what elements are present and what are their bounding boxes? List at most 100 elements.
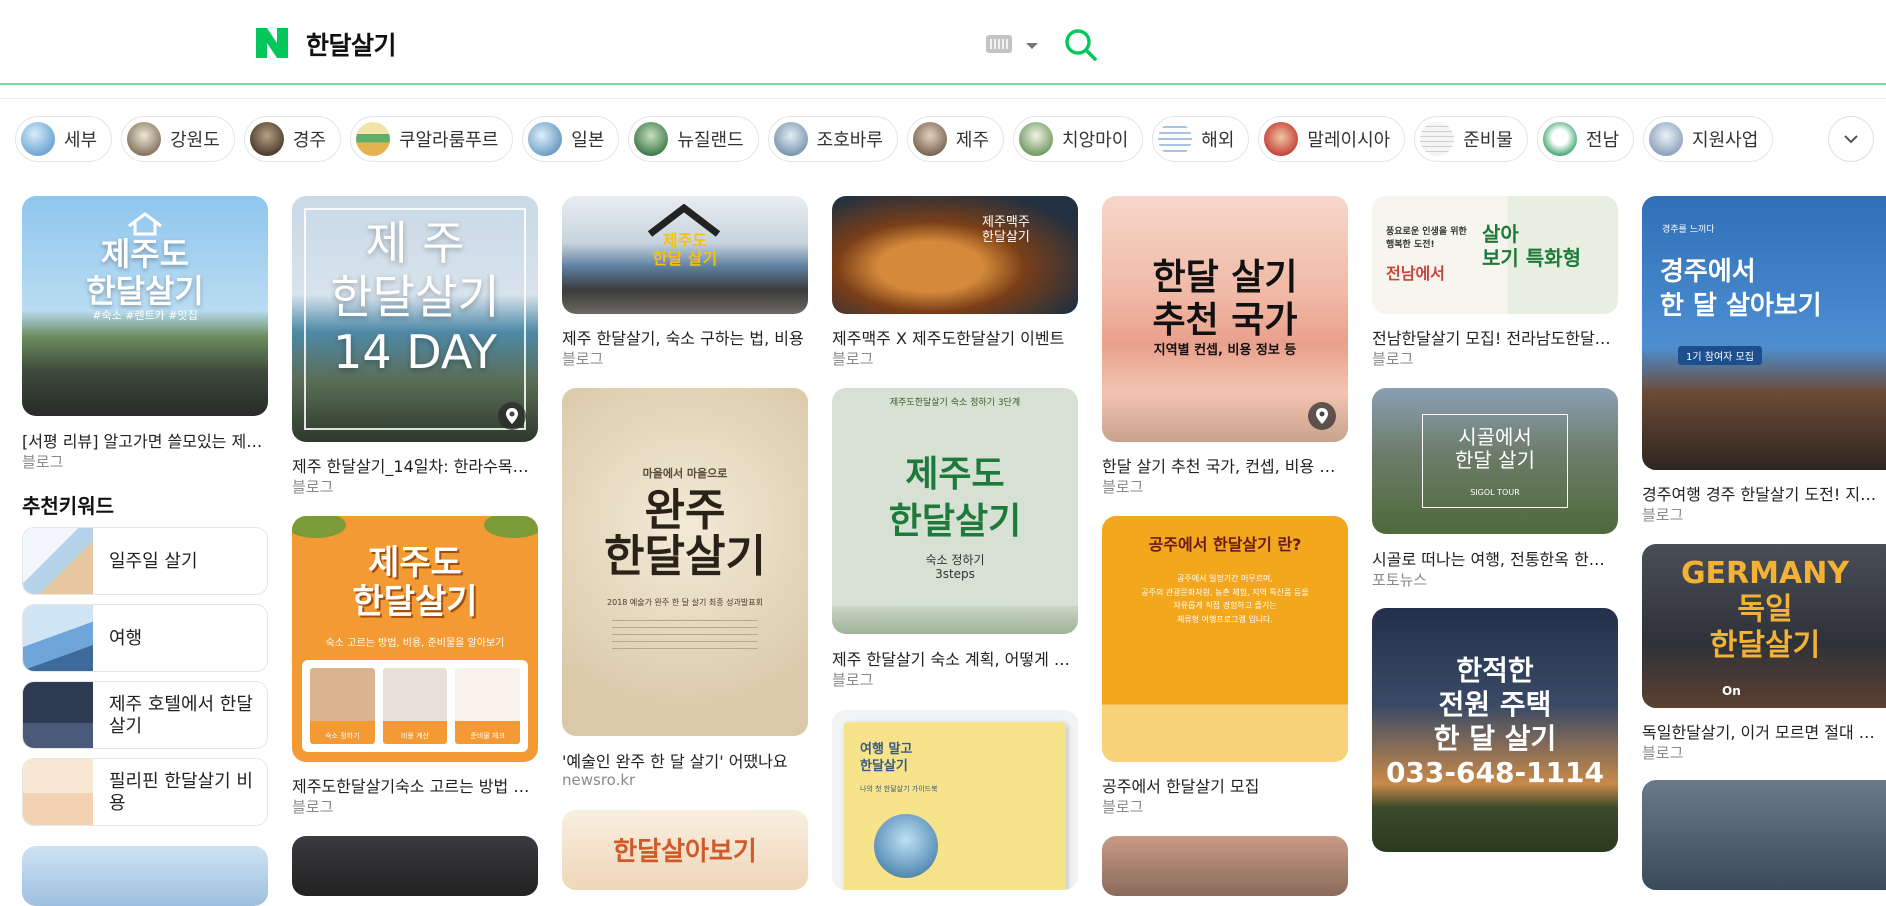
card-thumbnail-country-house[interactable]: 한적한 전원 주택 한 달 살기 033-648-1114 (1372, 608, 1618, 852)
card-source[interactable]: 블로그 (832, 669, 873, 690)
naver-logo-icon[interactable] (256, 28, 288, 58)
card-thumbnail-jeju-stay-guide[interactable]: 제주도 한달살기 숙소 고르는 방법, 비용, 준비물을 알아보기 숙소 정하기… (292, 516, 538, 762)
card-thumbnail-jeju-14day[interactable]: 제 주 한달살기 14 DAY (292, 196, 538, 442)
card-source[interactable]: 블로그 (22, 451, 63, 472)
card-source[interactable]: 블로그 (292, 796, 333, 817)
card-thumbnail-jeju-review[interactable]: 제주도 한달살기 #숙소 #렌트카 #맛집 (22, 196, 268, 416)
search-query-input[interactable]: 한달살기 (306, 26, 397, 62)
card-title[interactable]: 한달 살기 추천 국가, 컨셉, 비용 정리 (1102, 453, 1348, 477)
chip-thumbnail (127, 122, 162, 156)
card-title[interactable]: '예술인 완주 한 달 살기' 어땠나요 (562, 748, 808, 772)
thumbnail-overlay-text: 한달 살기 추천 국가 (1152, 257, 1298, 342)
chip-kuala-lumpur[interactable]: 쿠알라룸푸르 (349, 116, 514, 162)
card-source[interactable]: 블로그 (1102, 476, 1143, 497)
card-thumbnail-gongju[interactable]: 공주에서 한달살기 란? 공주에서 일정기간 머무르며, 공주의 관광문화자원,… (1102, 516, 1348, 762)
keyword-jeju-hotel[interactable]: 제주 호텔에서 한달살기 (22, 681, 268, 749)
thumbnail-tag-text: #숙소 #렌트카 #맛집 (92, 309, 198, 322)
keyword-label: 제주 호텔에서 한달살기 (109, 693, 253, 738)
card-title[interactable]: 독일한달살기, 이거 모르면 절대 안됨 (1642, 719, 1886, 743)
card-thumbnail-jeju-beer[interactable]: 제주맥주 한달살기 (832, 196, 1078, 314)
card-title[interactable]: [서평 리뷰] 알고가면 쓸모있는 제주도 한달살기 (22, 428, 268, 452)
card-thumbnail-jeju-stay-plan[interactable]: 제주도한달살기 숙소 정하기 3단계 제주도 한달살기 숙소 정하기 3step… (832, 388, 1078, 634)
chip-thumbnail (21, 122, 55, 156)
card-thumbnail-partial[interactable] (1642, 780, 1886, 890)
card-thumbnail-partial[interactable] (292, 836, 538, 896)
chip-johor-bahru[interactable]: 조호바루 (767, 116, 898, 162)
chevron-down-icon[interactable] (1026, 43, 1038, 49)
header-divider (0, 83, 1886, 85)
chips-expand-button[interactable] (1828, 116, 1874, 162)
book-subtitle: 나의 첫 한달살기 가이드북 (860, 785, 938, 793)
card-source[interactable]: 블로그 (292, 476, 333, 497)
card-thumbnail-wanju[interactable]: 마을에서 마을으로 완주 한달살기 2018 예술가 완주 한 달 살기 최종 … (562, 388, 808, 736)
card-thumbnail-jeju-stay[interactable]: 제주도 한달 살기 (562, 196, 808, 314)
orange-branch-decoration (292, 516, 346, 538)
card-thumbnail-partial-festival[interactable]: 한달살아보기 (562, 810, 808, 890)
chip-jeonnam[interactable]: 전남 (1536, 116, 1635, 162)
chip-new-zealand[interactable]: 뉴질랜드 (628, 116, 759, 162)
card-title[interactable]: 경주여행 경주 한달살기 도전! 지원사업 (1642, 481, 1886, 505)
keyword-label: 일주일 살기 (109, 550, 198, 572)
chip-gyeongju[interactable]: 경주 (243, 116, 341, 162)
card-thumbnail-guidebook[interactable]: 여행 말고 한달살기 나의 첫 한달살기 가이드북 (832, 710, 1078, 890)
tile-label: 숙소 정하기 (325, 732, 360, 740)
card-title[interactable]: 제주 한달살기_14일차: 한라수목원 산책 (292, 453, 538, 477)
photo-tile: 비용 계산 (382, 668, 448, 744)
card-source[interactable]: 포토뉴스 (1372, 569, 1427, 590)
chip-chiang-mai[interactable]: 치앙마이 (1013, 116, 1144, 162)
map-pin-icon[interactable] (498, 402, 526, 430)
chip-japan[interactable]: 일본 (522, 116, 620, 162)
chip-jeju[interactable]: 제주 (906, 116, 1005, 162)
photo-strip: 숙소 정하기 비용 계산 준비물 체크 (302, 660, 528, 752)
keyword-one-week[interactable]: 일주일 살기 (22, 527, 268, 595)
keyboard-icon[interactable] (986, 35, 1012, 53)
keyword-thumbnail (23, 759, 93, 825)
card-source[interactable]: 블로그 (1372, 348, 1413, 369)
keyword-philippines-cost[interactable]: 필리핀 한달살기 비용 (22, 758, 268, 826)
card-title[interactable]: 전남한달살기 모집! 전라남도한달살기 (1372, 325, 1618, 349)
card-title[interactable]: 제주 한달살기, 숙소 구하는 법, 비용 (562, 325, 808, 349)
keyword-label: 필리핀 한달살기 비용 (109, 770, 253, 815)
chip-packing-list[interactable]: 준비물 (1414, 116, 1528, 162)
map-pin-icon[interactable] (1308, 402, 1336, 430)
card-title[interactable]: 제주 한달살기 숙소 계획, 어떻게 세울까 (832, 646, 1078, 670)
chip-overseas[interactable]: 해외 (1152, 116, 1250, 162)
thumbnail-subtitle: 숙소 고르는 방법, 비용, 준비물을 알아보기 (325, 638, 505, 649)
thumbnail-subtitle: 마을에서 마을으로 (642, 467, 728, 480)
card-thumbnail-germany[interactable]: GERMANY 독일 한달살기 On (1642, 544, 1886, 708)
card-thumbnail-sigol-tour[interactable]: 시골에서 한달 살기 SIGOL TOUR (1372, 388, 1618, 534)
chip-thumbnail (1158, 122, 1193, 156)
search-icon[interactable] (1064, 28, 1098, 62)
card-source[interactable]: 블로그 (832, 348, 873, 369)
search-header: 한달살기 (0, 0, 1886, 86)
card-source[interactable]: 블로그 (1102, 796, 1143, 817)
keyword-travel[interactable]: 여행 (22, 604, 268, 672)
card-thumbnail-partial[interactable] (1102, 836, 1348, 896)
card-title[interactable]: 제주도한달살기숙소 고르는 방법 정리 (292, 773, 538, 797)
card-source[interactable]: 블로그 (562, 348, 603, 369)
card-source[interactable]: 블로그 (1642, 504, 1683, 525)
chip-support-program[interactable]: 지원사업 (1643, 116, 1774, 162)
card-title[interactable]: 시골로 떠나는 여행, 전통한옥 한달살기 (1372, 546, 1618, 570)
card-title[interactable]: 공주에서 한달살기 모집 (1102, 773, 1348, 797)
card-thumbnail-jeonnam[interactable]: 풍요로운 인생을 위한 행복한 도전! 전남에서 살아 보기 특화형 (1372, 196, 1618, 314)
chip-malaysia[interactable]: 말레이시아 (1258, 116, 1406, 162)
chip-thumbnail (249, 122, 284, 156)
card-source[interactable]: newsro.kr (562, 771, 635, 789)
keyword-label: 여행 (109, 627, 143, 649)
related-keyword-chips: 세부 강원도 경주 쿠알라룸푸르 일본 뉴질랜드 조호바루 제주 치앙마이 해외… (15, 116, 1774, 162)
chip-cebu[interactable]: 세부 (15, 116, 113, 162)
card-thumbnail-recommended-countries[interactable]: 한달 살기 추천 국가 지역별 컨셉, 비용 정보 등 (1102, 196, 1348, 442)
divider (0, 98, 1886, 99)
card-thumbnail-gyeongju[interactable]: 경주를 느끼다 경주에서 한 달 살아보기 1기 참여자 모집 (1642, 196, 1886, 470)
thumbnail-overlay-text: 한달살아보기 (613, 837, 757, 867)
thumbnail-overlay-text: 제주도 한달살기 (86, 235, 204, 310)
chip-gangwon[interactable]: 강원도 (121, 116, 235, 162)
card-thumbnail-partial[interactable] (22, 846, 268, 906)
card-title[interactable]: 제주맥주 X 제주도한달살기 이벤트 (832, 325, 1078, 349)
thumbnail-subtitle: 지역별 컨셉, 비용 정보 등 (1153, 343, 1297, 358)
thumbnail-region: 전남에서 (1386, 264, 1445, 283)
thumbnail-subtitle: SIGOL TOUR (1470, 488, 1520, 497)
thumbnail-banner: 제주도한달살기 숙소 정하기 3단계 (889, 398, 1021, 408)
card-source[interactable]: 블로그 (1642, 742, 1683, 763)
